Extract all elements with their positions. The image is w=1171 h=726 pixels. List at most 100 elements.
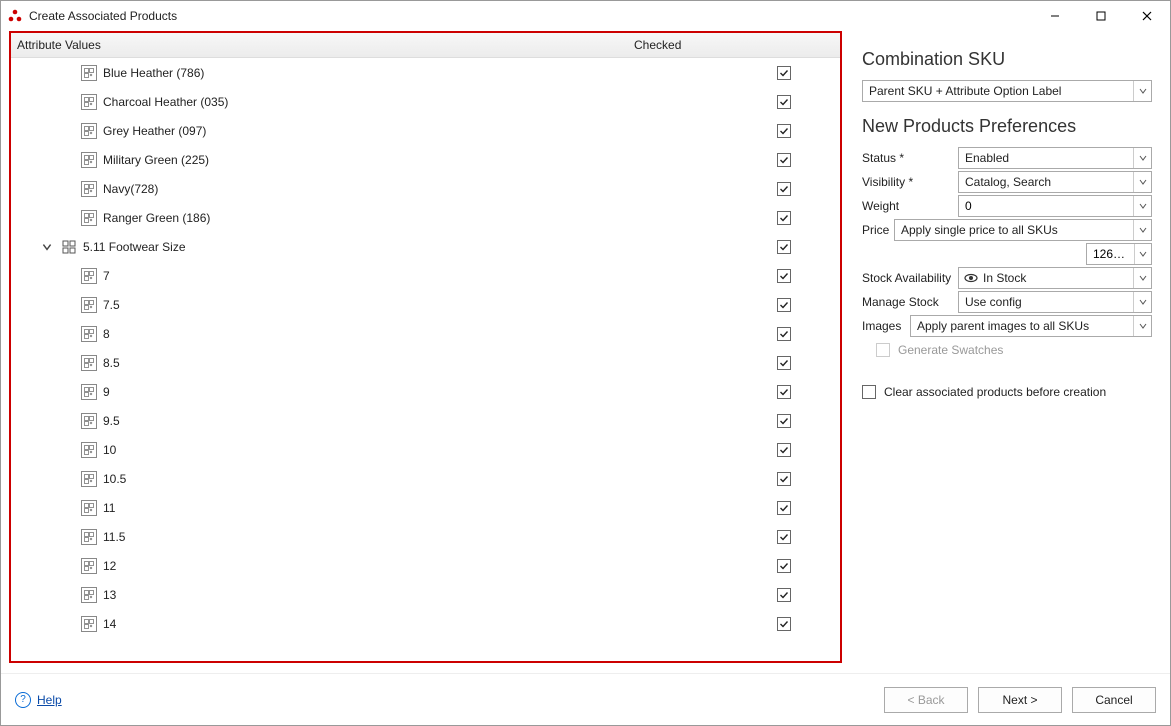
minimize-button[interactable] xyxy=(1032,1,1078,31)
checked-checkbox[interactable] xyxy=(777,124,791,138)
checked-checkbox[interactable] xyxy=(777,501,791,515)
clear-associated-label: Clear associated products before creatio… xyxy=(884,385,1106,399)
attribute-values-header: Attribute Values Checked xyxy=(11,33,840,58)
attribute-value-label: Charcoal Heather (035) xyxy=(103,95,728,109)
checked-checkbox[interactable] xyxy=(777,385,791,399)
next-label: Next > xyxy=(1002,693,1037,707)
price-mode-select[interactable]: Apply single price to all SKUs xyxy=(894,219,1152,241)
help-link[interactable]: ? Help xyxy=(15,692,62,708)
attribute-value-icon xyxy=(81,65,97,81)
back-button[interactable]: < Back xyxy=(884,687,968,713)
checked-checkbox[interactable] xyxy=(777,95,791,109)
attribute-tree[interactable]: Blue Heather (786) Charcoal Heather (035)… xyxy=(11,58,840,661)
attribute-value-icon xyxy=(81,616,97,632)
attribute-value-label: Ranger Green (186) xyxy=(103,211,728,225)
weight-input[interactable]: 0 xyxy=(958,195,1152,217)
manage-stock-value: Use config xyxy=(959,295,1133,309)
help-label: Help xyxy=(37,693,62,707)
attribute-value-row[interactable]: 9 xyxy=(11,377,840,406)
attribute-value-row[interactable]: 7.5 xyxy=(11,290,840,319)
attribute-value-row[interactable]: Navy(728) xyxy=(11,174,840,203)
title-bar: Create Associated Products xyxy=(1,1,1170,31)
price-mode-value: Apply single price to all SKUs xyxy=(895,223,1133,237)
checked-checkbox[interactable] xyxy=(777,182,791,196)
attribute-value-row[interactable]: Charcoal Heather (035) xyxy=(11,87,840,116)
visibility-value: Catalog, Search xyxy=(959,175,1133,189)
price-value-input[interactable]: 126.44 xyxy=(1086,243,1152,265)
next-button[interactable]: Next > xyxy=(978,687,1062,713)
attribute-values-panel: Attribute Values Checked Blue Heather (7… xyxy=(9,31,842,663)
attribute-value-icon xyxy=(81,413,97,429)
chevron-down-icon xyxy=(1133,292,1151,312)
checked-checkbox[interactable] xyxy=(777,588,791,602)
attribute-value-label: 9 xyxy=(103,385,728,399)
chevron-down-icon xyxy=(1133,316,1151,336)
attribute-value-icon xyxy=(81,384,97,400)
generate-swatches-label: Generate Swatches xyxy=(898,343,1003,357)
attribute-value-row[interactable]: Military Green (225) xyxy=(11,145,840,174)
chevron-down-icon xyxy=(1133,81,1151,101)
chevron-down-icon[interactable] xyxy=(41,241,53,253)
attribute-value-row[interactable]: Ranger Green (186) xyxy=(11,203,840,232)
attribute-value-label: 8.5 xyxy=(103,356,728,370)
checked-checkbox[interactable] xyxy=(777,153,791,167)
attribute-value-row[interactable]: 11 xyxy=(11,493,840,522)
attribute-value-row[interactable]: 12 xyxy=(11,551,840,580)
attribute-value-label: 10.5 xyxy=(103,472,728,486)
cancel-button[interactable]: Cancel xyxy=(1072,687,1156,713)
attribute-value-label: 11 xyxy=(103,501,728,515)
generate-swatches-checkbox[interactable] xyxy=(876,343,890,357)
attribute-value-label: 8 xyxy=(103,327,728,341)
attribute-value-row[interactable]: 13 xyxy=(11,580,840,609)
manage-stock-select[interactable]: Use config xyxy=(958,291,1152,313)
dialog-window: Create Associated Products Attribute Val… xyxy=(0,0,1171,726)
attribute-group-label: 5.11 Footwear Size xyxy=(83,240,728,254)
checked-checkbox[interactable] xyxy=(777,66,791,80)
checked-checkbox[interactable] xyxy=(777,211,791,225)
clear-associated-checkbox[interactable] xyxy=(862,385,876,399)
visibility-select[interactable]: Catalog, Search xyxy=(958,171,1152,193)
checked-checkbox[interactable] xyxy=(777,559,791,573)
close-button[interactable] xyxy=(1124,1,1170,31)
attribute-value-row[interactable]: 8.5 xyxy=(11,348,840,377)
attribute-group-icon xyxy=(61,239,77,255)
status-select[interactable]: Enabled xyxy=(958,147,1152,169)
checked-checkbox[interactable] xyxy=(777,443,791,457)
checked-checkbox[interactable] xyxy=(777,269,791,283)
attribute-value-row[interactable]: 10 xyxy=(11,435,840,464)
checked-checkbox[interactable] xyxy=(777,356,791,370)
checked-checkbox[interactable] xyxy=(777,298,791,312)
checked-checkbox[interactable] xyxy=(777,530,791,544)
weight-label: Weight xyxy=(862,199,958,213)
checked-checkbox[interactable] xyxy=(777,327,791,341)
attribute-value-row[interactable]: 9.5 xyxy=(11,406,840,435)
status-value: Enabled xyxy=(959,151,1133,165)
attribute-value-icon xyxy=(81,500,97,516)
chevron-down-icon xyxy=(1134,244,1151,264)
attribute-value-label: 10 xyxy=(103,443,728,457)
attribute-value-row[interactable]: Blue Heather (786) xyxy=(11,58,840,87)
attribute-value-row[interactable]: Grey Heather (097) xyxy=(11,116,840,145)
stock-availability-select[interactable]: In Stock xyxy=(958,267,1152,289)
column-checked: Checked xyxy=(634,38,834,52)
price-value: 126.44 xyxy=(1087,247,1134,261)
help-icon: ? xyxy=(15,692,31,708)
images-select[interactable]: Apply parent images to all SKUs xyxy=(910,315,1152,337)
attribute-group-row[interactable]: 5.11 Footwear Size xyxy=(11,232,840,261)
combination-sku-select[interactable]: Parent SKU + Attribute Option Label xyxy=(862,80,1152,102)
checked-checkbox[interactable] xyxy=(777,617,791,631)
attribute-value-row[interactable]: 7 xyxy=(11,261,840,290)
status-label: Status * xyxy=(862,151,958,165)
attribute-value-icon xyxy=(81,326,97,342)
checked-checkbox[interactable] xyxy=(777,472,791,486)
attribute-value-row[interactable]: 14 xyxy=(11,609,840,638)
cancel-label: Cancel xyxy=(1095,693,1132,707)
attribute-value-icon xyxy=(81,210,97,226)
attribute-value-row[interactable]: 8 xyxy=(11,319,840,348)
checked-checkbox[interactable] xyxy=(777,240,791,254)
checked-checkbox[interactable] xyxy=(777,414,791,428)
maximize-button[interactable] xyxy=(1078,1,1124,31)
attribute-value-row[interactable]: 10.5 xyxy=(11,464,840,493)
attribute-value-row[interactable]: 11.5 xyxy=(11,522,840,551)
attribute-value-icon xyxy=(81,94,97,110)
